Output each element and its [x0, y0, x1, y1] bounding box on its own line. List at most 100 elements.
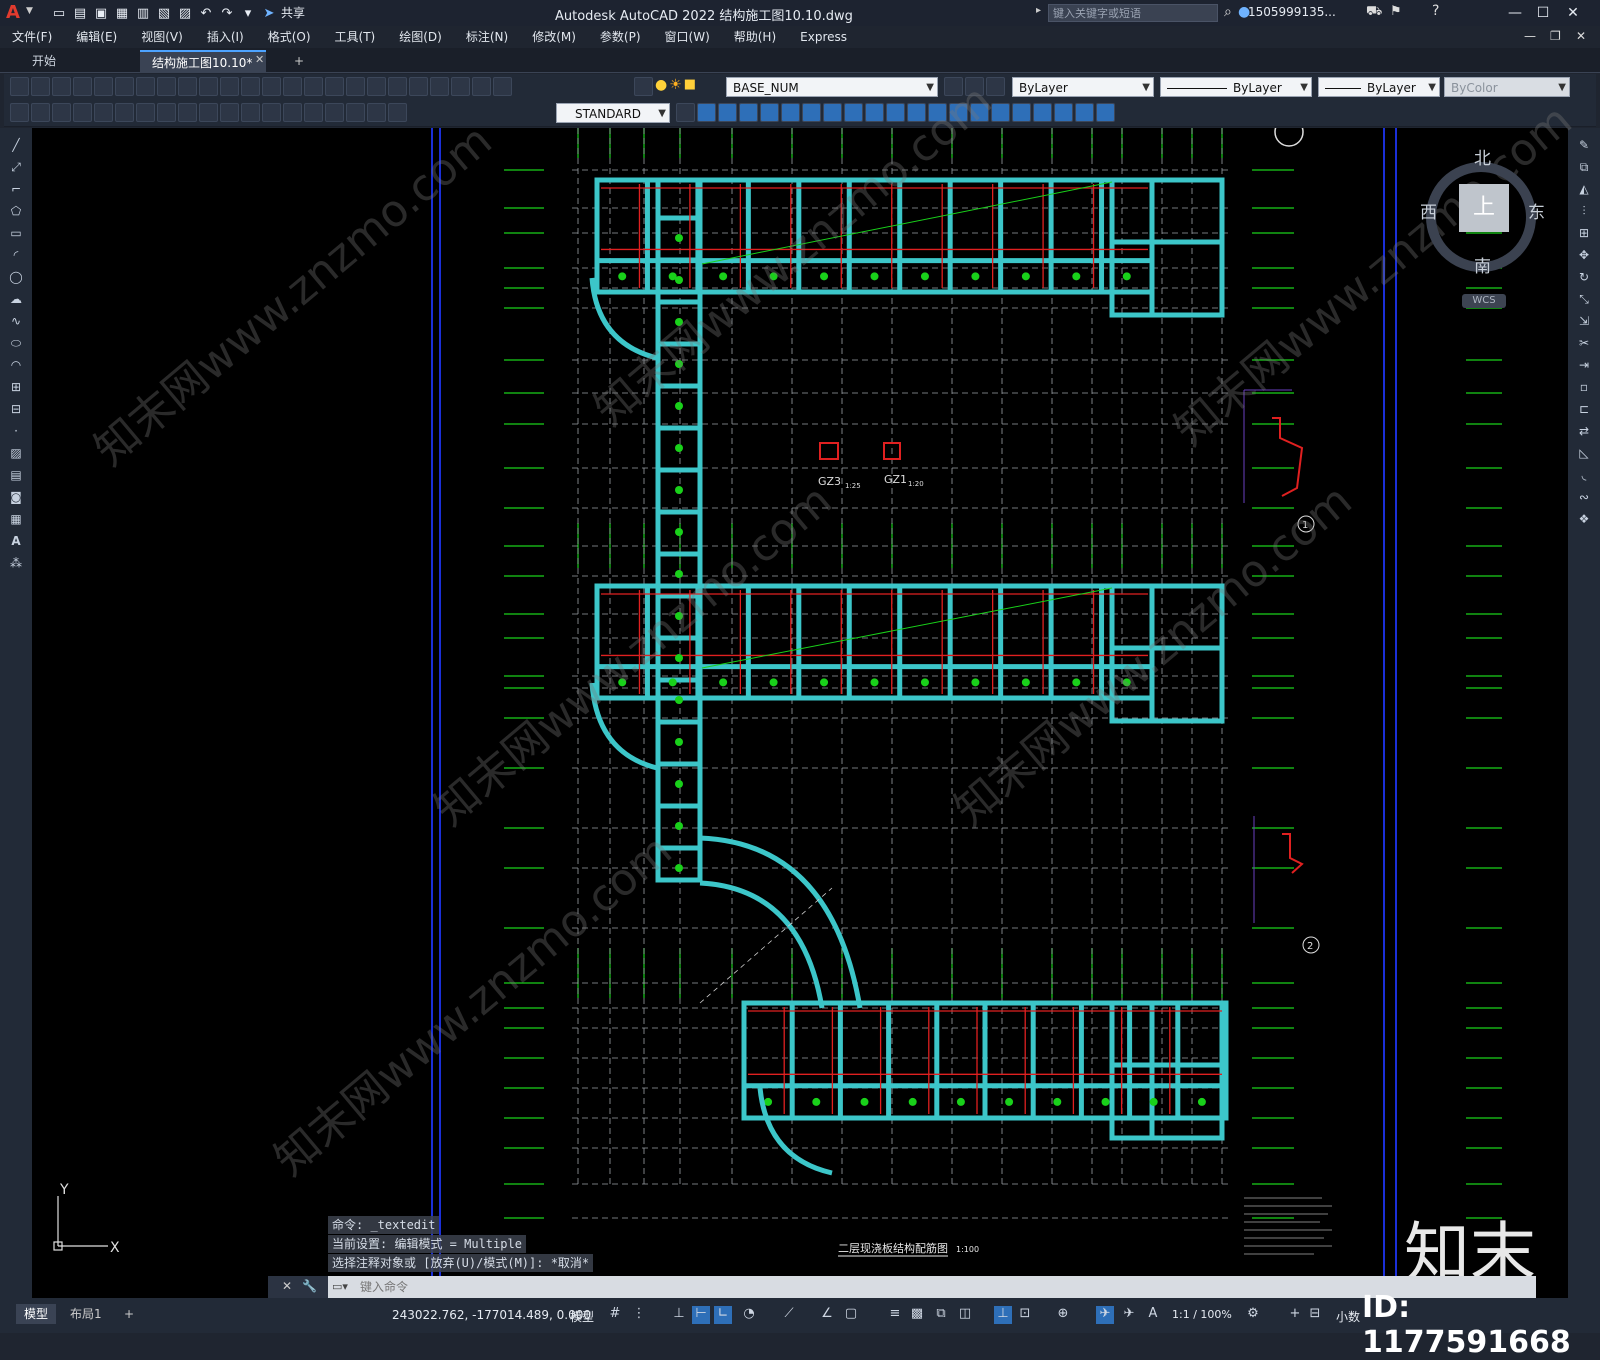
- dim-update-icon[interactable]: [388, 103, 407, 122]
- annotation-scale-icon[interactable]: A: [1144, 1306, 1162, 1324]
- viewcube-west[interactable]: 西: [1420, 198, 1437, 223]
- linear-dim-icon[interactable]: [10, 103, 29, 122]
- matchprop-icon[interactable]: [220, 77, 239, 96]
- rotate-icon[interactable]: [823, 103, 842, 122]
- erase-icon[interactable]: [697, 103, 716, 122]
- jogged-icon[interactable]: [115, 103, 134, 122]
- menu-tools[interactable]: 工具(T): [323, 26, 388, 48]
- add-selected-icon[interactable]: ⁂: [7, 556, 25, 572]
- dimstyle-icon[interactable]: [676, 103, 695, 122]
- menu-window[interactable]: 窗口(W): [653, 26, 722, 48]
- polygon-icon[interactable]: ⬠: [7, 204, 25, 220]
- command-input[interactable]: 键入命令: [328, 1276, 1536, 1298]
- properties-icon[interactable]: [367, 77, 386, 96]
- isometric-drafting-icon[interactable]: ⟋: [780, 1306, 798, 1324]
- offset-side-icon[interactable]: ⫶: [1575, 204, 1593, 220]
- viewcube-top-face[interactable]: 上: [1459, 184, 1509, 232]
- array-icon[interactable]: [781, 103, 800, 122]
- explode-icon[interactable]: [1012, 103, 1031, 122]
- help-icon[interactable]: ?: [1432, 3, 1439, 19]
- tolerance-icon[interactable]: [283, 103, 302, 122]
- dynamic-ucs-icon[interactable]: ⊥: [994, 1306, 1012, 1324]
- line-tool-icon[interactable]: ╱: [7, 138, 25, 154]
- blend-icon[interactable]: [1033, 103, 1052, 122]
- copy-side-icon[interactable]: ⧉: [1575, 160, 1593, 176]
- open-file-icon[interactable]: ▤: [71, 4, 89, 22]
- undo-tb-icon[interactable]: [241, 77, 260, 96]
- selection-cycling-icon[interactable]: ⧉: [932, 1306, 950, 1324]
- workspace-gear-icon[interactable]: ⚙: [1244, 1306, 1262, 1324]
- new-tab-button[interactable]: +: [282, 50, 316, 72]
- zoom-previous-icon[interactable]: [346, 77, 365, 96]
- ortho-mode-icon[interactable]: ∟: [714, 1306, 732, 1324]
- menu-modify[interactable]: 修改(M): [520, 26, 588, 48]
- print-icon[interactable]: ▨: [176, 4, 194, 22]
- make-block-icon[interactable]: ⊟: [7, 402, 25, 418]
- stretch-side-icon[interactable]: ⇲: [1575, 314, 1593, 330]
- search-input[interactable]: 键入关键字或短语: [1048, 4, 1218, 22]
- ellipse-arc-icon[interactable]: ◠: [7, 358, 25, 374]
- customize-chevron-icon[interactable]: ▾: [239, 4, 257, 22]
- search-icon[interactable]: ⌕: [1224, 4, 1232, 20]
- radius-icon[interactable]: [94, 103, 113, 122]
- aligned-dim-icon[interactable]: [31, 103, 50, 122]
- units-value[interactable]: 小数: [1336, 1308, 1360, 1325]
- chamfer-side-icon[interactable]: ◺: [1575, 446, 1593, 462]
- save-as-icon[interactable]: ▦: [113, 4, 131, 22]
- trim-side-icon[interactable]: ✂: [1575, 336, 1593, 352]
- menu-file[interactable]: 文件(F): [0, 26, 64, 48]
- rotate-side-icon[interactable]: ↻: [1575, 270, 1593, 286]
- arc-length-icon[interactable]: [52, 103, 71, 122]
- tool-palettes-icon[interactable]: [409, 77, 428, 96]
- construction-line-icon[interactable]: ⤢: [7, 160, 25, 176]
- insert-block-icon[interactable]: ⊞: [7, 380, 25, 396]
- center-mark-icon[interactable]: [304, 103, 323, 122]
- snap-mode-icon[interactable]: ⋮: [630, 1306, 648, 1324]
- gradient-icon[interactable]: ▤: [7, 468, 25, 484]
- autocad-logo-icon[interactable]: A: [6, 2, 28, 24]
- pan-icon[interactable]: [283, 77, 302, 96]
- continue-icon[interactable]: [220, 103, 239, 122]
- offset-icon[interactable]: [760, 103, 779, 122]
- annotation-monitor-icon[interactable]: +: [1286, 1306, 1304, 1324]
- erase-side-icon[interactable]: ✎: [1575, 138, 1593, 154]
- mtext-icon[interactable]: A: [7, 534, 25, 550]
- array-side-icon[interactable]: ⊞: [1575, 226, 1593, 242]
- connect-icon[interactable]: ⚑: [1390, 4, 1402, 19]
- layer-thaw-sun-icon[interactable]: ☀: [669, 77, 682, 96]
- 3d-osnap-icon[interactable]: ◫: [956, 1306, 974, 1324]
- units-icon[interactable]: ⊟: [1306, 1306, 1324, 1324]
- mirror-icon[interactable]: [739, 103, 758, 122]
- color-dropdown[interactable]: ByLayer ▼: [1012, 77, 1154, 97]
- annotation-scale-value[interactable]: 1:1 / 100%: [1172, 1308, 1232, 1321]
- design-center-icon[interactable]: [388, 77, 407, 96]
- layer-dropdown[interactable]: BASE_NUM ▼: [726, 77, 938, 97]
- zoom-realtime-icon[interactable]: [304, 77, 323, 96]
- transparency-icon[interactable]: ▩: [908, 1306, 926, 1324]
- maximize-button[interactable]: ☐: [1530, 2, 1556, 24]
- web-icon[interactable]: [136, 77, 155, 96]
- quick-dim-icon[interactable]: [178, 103, 197, 122]
- command-customize-icon[interactable]: 🔧: [302, 1279, 317, 1293]
- auto-scale-icon[interactable]: ✈: [1120, 1306, 1138, 1324]
- circle-icon[interactable]: ◯: [7, 270, 25, 286]
- command-close-icon[interactable]: ✕: [282, 1279, 292, 1293]
- plotstyle-dropdown[interactable]: ByColor ▼: [1444, 77, 1570, 97]
- stretch-icon[interactable]: [865, 103, 884, 122]
- viewcube-south[interactable]: 南: [1474, 252, 1491, 277]
- dim-break-icon[interactable]: [262, 103, 281, 122]
- tab-start[interactable]: 开始: [20, 50, 68, 72]
- doc-close-button[interactable]: ✕: [1576, 29, 1586, 43]
- doc-restore-button[interactable]: ❐: [1550, 29, 1561, 43]
- viewcube-east[interactable]: 东: [1528, 198, 1545, 223]
- search-expand-icon[interactable]: ▸: [1036, 5, 1041, 16]
- qnew-icon[interactable]: [10, 77, 29, 96]
- menu-insert[interactable]: 插入(I): [195, 26, 256, 48]
- dim-edit-icon[interactable]: [346, 103, 365, 122]
- plot-icon[interactable]: [73, 77, 92, 96]
- undo-icon[interactable]: ↶: [197, 4, 215, 22]
- viewcube-north[interactable]: 北: [1474, 144, 1491, 169]
- preview-icon[interactable]: [94, 77, 113, 96]
- gizmo-icon[interactable]: ⊕: [1054, 1306, 1072, 1324]
- menu-edit[interactable]: 编辑(E): [64, 26, 129, 48]
